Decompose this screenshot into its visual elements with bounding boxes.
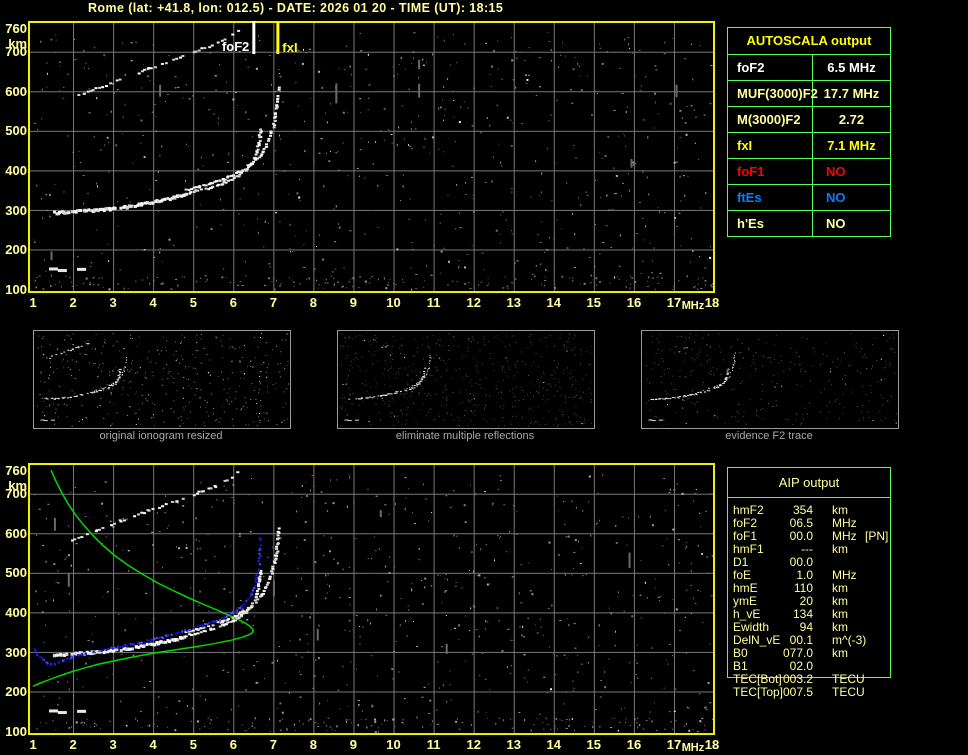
autoscala-row-m3000f2: M(3000)F2 2.72 <box>728 107 890 133</box>
autoscala-panel: AUTOSCALA output foF2 6.5 MHz MUF(3000)F2 1… <box>727 27 891 237</box>
autoscala-row-value: NO <box>826 190 846 205</box>
thumbnail-caption-original: original ionogram resized <box>99 430 223 442</box>
autoscala-row-value: NO <box>826 216 846 231</box>
autoscala-row-fof2: foF2 6.5 MHz <box>728 55 890 81</box>
autoscala-row-label: h'Es <box>728 211 813 237</box>
autoscala-row-muf3000f2: MUF(3000)F2 17.7 MHz <box>728 81 890 107</box>
autoscala-row-label: foF1 <box>728 159 813 184</box>
thumbnail-eliminate-reflections <box>337 330 595 429</box>
aip-note: [PN] <box>865 529 889 543</box>
aip-rows: hmF2 354 km foF2 06.5 MHz foF1 00.0 MHz [PN] hmF1-… <box>727 467 897 712</box>
aip-row-tectop: TEC[Top] 007.5 TECU <box>727 686 897 699</box>
aip-unit: km <box>832 542 848 556</box>
autoscala-row-value: 6.5 MHz <box>827 60 876 75</box>
autoscala-row-ftes: ftEs NO <box>728 185 890 211</box>
autoscala-row-label: foF2 <box>728 55 813 80</box>
autoscala-row-label: MUF(3000)F2 <box>728 81 818 106</box>
thumbnail-original-ionogram <box>33 330 291 429</box>
autoscala-panel-title: AUTOSCALA output <box>728 28 890 55</box>
autoscala-row-fof1: foF1 NO <box>728 159 890 185</box>
thumbnail-caption-eliminate: eliminate multiple reflections <box>395 430 535 442</box>
thumbnail-evidence-f2-trace <box>641 330 899 429</box>
recorded-ionogram-plot <box>0 16 725 314</box>
autoscala-row-label: ftEs <box>728 185 813 210</box>
aip-value: 007.5 <box>782 685 813 699</box>
aip-unit: TECU <box>832 685 865 699</box>
autoscala-row-hes: h'Es NO <box>728 211 890 237</box>
autoscala-window: Rome (lat: +41.8, lon: 012.5) - DATE: 20… <box>0 0 968 755</box>
autoscala-row-value: 7.1 MHz <box>827 138 876 153</box>
station-title: Rome (lat: +41.8, lon: 012.5) - DATE: 20… <box>88 1 504 15</box>
autoscala-row-label: fxI <box>728 133 813 158</box>
thumbnail-caption-evidence: evidence F2 trace <box>725 430 813 442</box>
autoscala-row-value: 2.72 <box>838 112 865 127</box>
aip-unit: km <box>832 646 848 660</box>
autoscala-row-fxi: fxI 7.1 MHz <box>728 133 890 159</box>
autoscaled-ionogram-plot <box>0 458 725 755</box>
autoscala-row-value: 17.7 MHz <box>823 86 880 101</box>
autoscala-row-value: NO <box>826 164 846 179</box>
autoscala-row-label: M(3000)F2 <box>728 107 813 132</box>
